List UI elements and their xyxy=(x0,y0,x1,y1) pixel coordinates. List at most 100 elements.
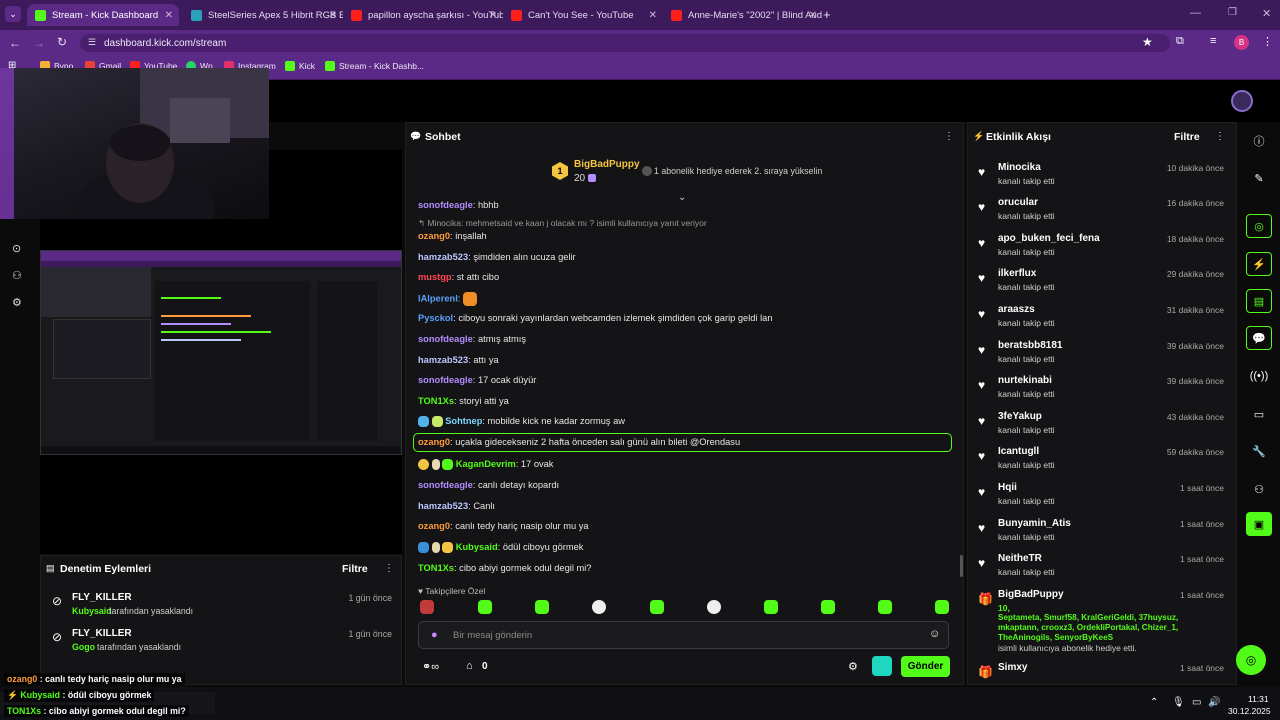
chat-message[interactable]: ozang0: canlı tedy hariç nasip olur mu y… xyxy=(418,521,589,531)
tray-chevron-icon[interactable]: ⌃ xyxy=(1150,697,1158,708)
edit-icon[interactable]: ✎ xyxy=(1246,166,1272,190)
maximize-button[interactable]: ❐ xyxy=(1228,7,1237,18)
moderation-menu-icon[interactable]: ⋮ xyxy=(384,563,394,574)
moderation-item[interactable]: ⊘ FLY_KILLER Kubysaid tarafından yasakla… xyxy=(52,592,392,620)
chat-message[interactable]: hamzab523: attı ya xyxy=(418,355,499,365)
emote-5-icon[interactable] xyxy=(650,600,664,614)
chat-toggle-icon[interactable]: 💬 xyxy=(1246,326,1272,350)
activity-item[interactable]: ♥ apo_buken_feci_fena kanalı takip etti 18 … xyxy=(978,233,1226,267)
tab-youtube-papillon[interactable]: papillon ayscha şarkısı - YouTub ✕ xyxy=(343,4,503,26)
tab-steelseries[interactable]: SteelSeries Apex 5 Hibrit RGB E ✕ xyxy=(183,4,343,26)
chat-settings-icon[interactable]: ⚙ xyxy=(848,660,858,673)
emote-2-icon[interactable] xyxy=(478,600,492,614)
emote-10-icon[interactable] xyxy=(935,600,949,614)
chat-message[interactable]: KaganDevrim: 17 ovak xyxy=(418,459,553,471)
activity-item[interactable]: ♥ nurtekinabi kanalı takip etti 39 dakika ö… xyxy=(978,375,1226,409)
close-tab-icon[interactable]: ✕ xyxy=(329,10,337,21)
chat-message[interactable]: sonofdeagle: atmış atmış xyxy=(418,334,526,344)
forward-button[interactable]: → xyxy=(33,36,45,50)
chat-message[interactable]: sonofdeagle: canlı detayı kopardı xyxy=(418,480,559,490)
chat-message[interactable]: Kubysaid: ödül ciboyu görmek xyxy=(418,542,583,554)
network-icon[interactable]: ▭ xyxy=(1192,697,1201,708)
close-tab-icon[interactable]: ✕ xyxy=(489,10,497,21)
emote-3-icon[interactable] xyxy=(535,600,549,614)
printer-icon[interactable]: ▭ xyxy=(1246,402,1272,426)
mic-icon[interactable]: ● xyxy=(431,629,438,641)
community-icon[interactable]: ⚇ xyxy=(12,269,22,282)
taskbar-date[interactable]: 30.12.2025 xyxy=(1228,706,1271,716)
emote-7-icon[interactable] xyxy=(764,600,778,614)
activity-item[interactable]: ♥ beratsbb8181 kanalı takip etti 39 dakika … xyxy=(978,340,1226,374)
mic-tray-icon[interactable]: 🎙 xyxy=(1172,697,1185,708)
moderation-log-icon[interactable]: ▤ xyxy=(1246,289,1272,313)
community-tool-icon[interactable]: ⚇ xyxy=(1246,477,1272,501)
emoji-icon[interactable]: ☺ xyxy=(929,628,940,640)
chat-message[interactable]: mustgp: st attı cibo xyxy=(418,272,499,282)
activity-item[interactable]: ♥ 3feYakup kanalı takip etti 43 dakika önce xyxy=(978,411,1226,445)
help-chat-button[interactable]: ◎ xyxy=(1236,645,1266,675)
pinned-gifter[interactable]: 1 BigBadPuppy 20 1 abonelik hediye edere… xyxy=(552,158,832,188)
address-bar[interactable]: dashboard.kick.com/stream xyxy=(80,34,1170,52)
chat-menu-icon[interactable]: ⋮ xyxy=(944,131,954,142)
chat-message[interactable]: TON1Xs: storyi atti ya xyxy=(418,396,509,406)
camera-tool-icon[interactable]: ◎ xyxy=(1246,214,1272,238)
chat-message[interactable]: ozang0: inşallah xyxy=(418,231,487,241)
tab-youtube-cant-you-see[interactable]: Can't You See - YouTube ✕ xyxy=(503,4,663,26)
emote-1-icon[interactable] xyxy=(420,600,434,614)
gift-sub-event[interactable]: 🎁 BigBadPuppy 1 saat önce 10, Septameta,… xyxy=(978,589,1226,655)
chat-message[interactable]: hamzab523: Canlı xyxy=(418,501,495,511)
volume-icon[interactable]: 🔊 xyxy=(1208,697,1220,708)
emote-6-icon[interactable] xyxy=(707,600,721,614)
chat-message[interactable]: lAlperenl: xyxy=(418,292,477,306)
activity-item[interactable]: ♥ Bunyamin_Atis kanalı takip etti 1 saat ön… xyxy=(978,518,1226,552)
extensions-icon[interactable]: ⧉ xyxy=(1176,35,1184,48)
broadcast-icon[interactable]: ((•)) xyxy=(1246,364,1272,388)
activity-item[interactable]: ♥ Hqii kanalı takip etti 1 saat önce xyxy=(978,482,1226,516)
store-icon[interactable]: ⌂ xyxy=(466,660,473,672)
new-tab-button[interactable]: + xyxy=(823,7,831,22)
taskbar-time[interactable]: 11:31 xyxy=(1248,694,1269,704)
emote-4-icon[interactable] xyxy=(592,600,606,614)
stream-tool-icon[interactable]: ⊙ xyxy=(12,242,21,255)
chat-message[interactable]: sonofdeagle: 17 ocak düyür xyxy=(418,375,536,385)
reload-button[interactable]: ↻ xyxy=(57,35,67,49)
kick-bot-icon[interactable] xyxy=(872,656,892,676)
activity-item[interactable]: ♥ araaszs kanalı takip etti 31 dakika önce xyxy=(978,304,1226,338)
emote-8-icon[interactable] xyxy=(821,600,835,614)
activity-menu-icon[interactable]: ⋮ xyxy=(1215,131,1225,142)
emote-9-icon[interactable] xyxy=(878,600,892,614)
settings-icon[interactable]: ⚙ xyxy=(12,296,22,309)
activity-filter-button[interactable]: Filtre xyxy=(1174,131,1200,143)
tab-youtube-anne-marie[interactable]: Anne-Marie's "2002" | Blind Aud ✕ xyxy=(663,4,823,26)
moderation-item[interactable]: ⊘ FLY_KILLER Gogo tarafından yasaklandı … xyxy=(52,628,392,656)
close-tab-icon[interactable]: ✕ xyxy=(165,10,173,21)
profile-avatar[interactable]: B xyxy=(1234,35,1249,50)
close-window-button[interactable]: ✕ xyxy=(1262,7,1271,20)
kick-gift-icon[interactable]: ▣ xyxy=(1246,512,1272,536)
chat-input[interactable]: ● Bir mesaj gönderin ☺ xyxy=(418,621,949,649)
send-button[interactable]: Gönder xyxy=(901,656,950,677)
chat-message[interactable]: TON1Xs: cibo abiyi gormek odul degil mi? xyxy=(418,563,591,573)
site-info-icon[interactable]: ☰ xyxy=(88,37,96,48)
close-tab-icon[interactable]: ✕ xyxy=(809,10,817,21)
bookmark-stream-dashboard[interactable]: Stream - Kick Dashb... xyxy=(325,61,424,71)
activity-item[interactable]: 🎁 Simxy 1 saat önce xyxy=(978,662,1226,684)
bookmark-star-icon[interactable]: ★ xyxy=(1142,35,1153,49)
info-icon[interactable]: ⓘ xyxy=(1246,129,1272,153)
browser-menu-icon[interactable]: ⋮ xyxy=(1262,35,1273,48)
tools-icon[interactable]: 🔧 xyxy=(1246,439,1272,463)
chat-message[interactable]: Sohtnep: mobilde kick ne kadar zormuş aw xyxy=(418,416,625,428)
activity-bolt-icon[interactable]: ⚡ xyxy=(1246,252,1272,276)
activity-item[interactable]: ♥ NeitheTR kanalı takip etti 1 saat önce xyxy=(978,553,1226,587)
chat-message[interactable]: hamzab523: şimdiden alın ucuza gelir xyxy=(418,252,576,262)
tab-kick-dashboard[interactable]: Stream - Kick Dashboard ✕ xyxy=(27,4,179,26)
collapse-chevron-icon[interactable]: ⌄ xyxy=(678,192,686,203)
back-button[interactable]: ← xyxy=(9,36,21,50)
activity-item[interactable]: ♥ ilkerflux kanalı takip etti 29 dakika önc… xyxy=(978,268,1226,302)
moderation-filter-button[interactable]: Filtre xyxy=(342,563,368,575)
media-control-icon[interactable]: ≡ xyxy=(1210,35,1216,47)
user-avatar[interactable] xyxy=(1231,90,1253,112)
minimize-button[interactable]: — xyxy=(1190,7,1201,19)
tab-search-button[interactable]: ⌄ xyxy=(5,6,21,22)
chat-scrollbar[interactable] xyxy=(960,555,963,577)
